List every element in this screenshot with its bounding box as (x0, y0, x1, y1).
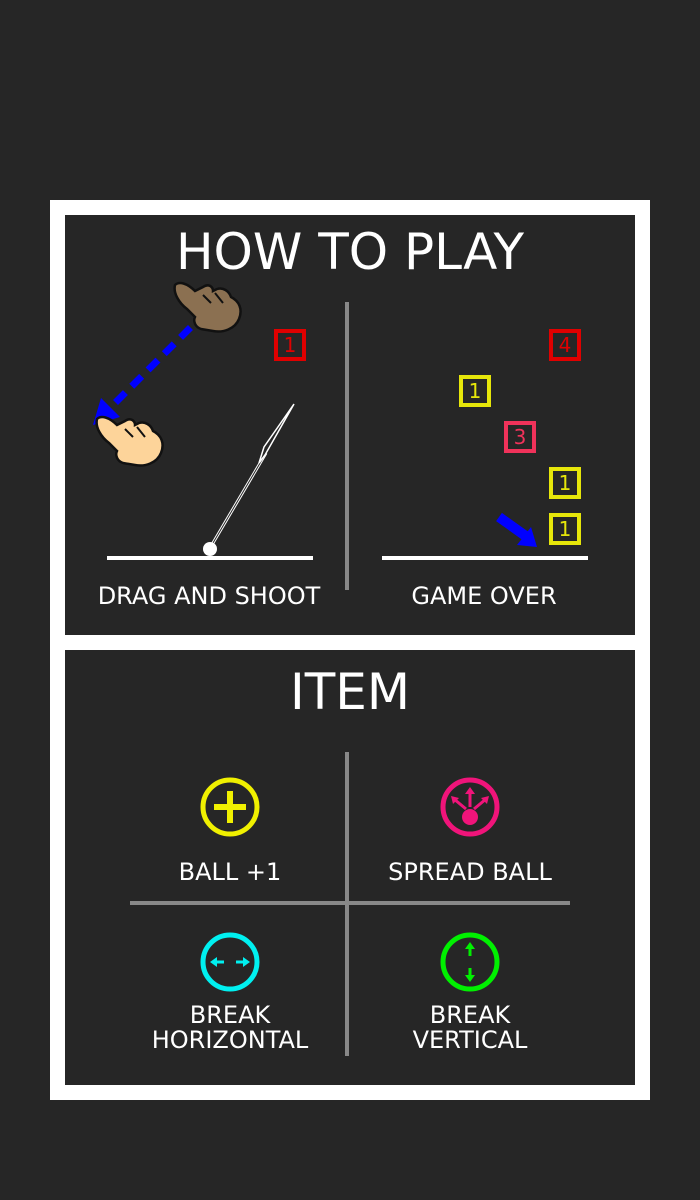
break-vertical-label: BREAK VERTICAL (350, 1003, 590, 1053)
how-to-play-panel: HOW TO PLAY 1 DRAG AND SHOOT 4 1 3 1 1 G… (65, 215, 635, 635)
number-block: 4 (549, 329, 581, 361)
break-horizontal-label: BREAK HORIZONTAL (110, 1003, 350, 1053)
how-to-play-dialog: HOW TO PLAY 1 DRAG AND SHOOT 4 1 3 1 1 G… (50, 200, 650, 1100)
hand-end-icon (95, 415, 164, 467)
item-divider-horizontal (130, 901, 570, 905)
vertical-arrows-icon (440, 932, 500, 992)
left-floor-line (107, 556, 313, 560)
break-horizontal-line2: HORIZONTAL (151, 1026, 309, 1054)
spread-ball-label: SPREAD BALL (388, 858, 552, 886)
game-over-caption: GAME OVER (411, 582, 557, 610)
horizontal-arrows-icon (200, 932, 260, 992)
block-number: 4 (558, 333, 572, 357)
number-block: 1 (549, 467, 581, 499)
falling-arrow-icon (496, 512, 537, 547)
break-horizontal-line1: BREAK (189, 1001, 271, 1029)
hand-start-icon (173, 281, 242, 333)
ball (203, 542, 217, 556)
how-to-play-divider (345, 302, 349, 590)
block-number: 1 (558, 517, 572, 541)
number-block: 1 (459, 375, 491, 407)
number-block: 1 (549, 513, 581, 545)
right-floor-line (382, 556, 588, 560)
drag-shoot-illustration (93, 292, 295, 556)
ball-plus-one-label: BALL +1 (178, 858, 282, 886)
number-block: 3 (504, 421, 536, 453)
item-title: ITEM (289, 663, 411, 721)
drag-and-shoot-caption: DRAG AND SHOOT (97, 582, 321, 610)
spread-ball-icon (440, 777, 500, 837)
plus-circle-icon (200, 777, 260, 837)
block-number: 1 (283, 333, 297, 357)
number-block: 1 (274, 329, 306, 361)
break-vertical-line1: BREAK (429, 1001, 511, 1029)
break-vertical-line2: VERTICAL (412, 1026, 528, 1054)
block-number: 1 (468, 379, 482, 403)
item-panel: ITEM BALL +1 SPREAD BALL BREAK HORIZONTA… (65, 650, 635, 1085)
aim-arrow-head (258, 403, 295, 464)
block-number: 1 (558, 471, 572, 495)
block-number: 3 (513, 425, 527, 449)
